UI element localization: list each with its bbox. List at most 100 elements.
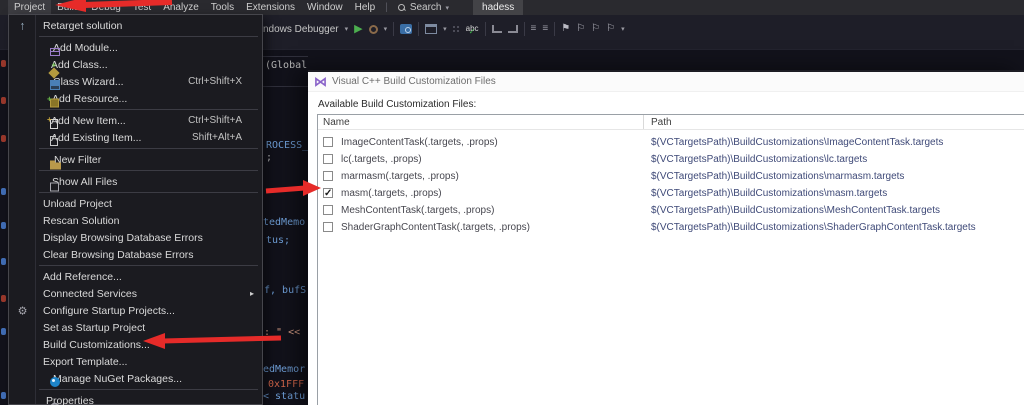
toggle-bookmark-icon[interactable]: ⚑ — [561, 24, 570, 34]
menu-item-add-resource[interactable]: Add Resource... — [9, 90, 262, 107]
row-name: ImageContentTask(.targets, .props) — [341, 137, 498, 148]
checkbox-unchecked[interactable] — [323, 171, 333, 181]
menu-item-label: Configure Startup Projects... — [43, 304, 175, 317]
build-customization-row[interactable]: lc(.targets, .props) $(VCTargetsPath)\Bui… — [318, 151, 1024, 168]
toolbar-separator — [523, 22, 525, 36]
menu-item-label: New Filter — [54, 153, 102, 166]
decrease-indent-icon[interactable]: ≡ — [531, 24, 537, 34]
build-customization-row[interactable]: MeshContentTask(.targets, .props) $(VCTar… — [318, 202, 1024, 219]
menubar-item-window[interactable]: Window — [301, 0, 349, 15]
menu-item-label: Add Class... — [51, 58, 108, 71]
menu-item-label: Connected Services — [43, 287, 137, 300]
chevron-down-icon[interactable]: ▾ — [621, 25, 625, 33]
account-button[interactable]: hadess — [473, 0, 524, 15]
build-customization-list: Name Path ImageContentTask(.targets, .pr… — [317, 114, 1024, 405]
column-header-name[interactable]: Name — [323, 117, 350, 128]
menubar-item-project[interactable]: Project — [8, 0, 52, 15]
menubar-item-test[interactable]: Test — [127, 0, 157, 15]
column-divider[interactable] — [643, 115, 644, 129]
add-new-item-icon — [47, 115, 58, 129]
submenu-arrow-icon: ▸ — [249, 289, 254, 298]
menu-item-label: Add New Item... — [51, 114, 126, 127]
menu-item-label: Build Customizations... — [43, 338, 150, 351]
editor-margin-mark — [1, 295, 6, 302]
checkbox-unchecked[interactable] — [323, 222, 333, 232]
toolbar-separator — [393, 22, 395, 36]
menu-item-set-as-startup-project[interactable]: Set as Startup Project — [9, 319, 262, 336]
menu-item-label: Retarget solution — [43, 19, 123, 32]
dialog-title: Visual C++ Build Customization Files — [332, 76, 496, 87]
visual-studio-logo-icon: ⋈ — [314, 74, 327, 89]
chevron-down-icon[interactable]: ▾ — [443, 25, 447, 33]
navigate-forward-icon[interactable] — [507, 25, 518, 33]
find-in-files-icon[interactable] — [400, 24, 413, 34]
chevron-down-icon[interactable]: ▾ — [384, 25, 388, 33]
menu-item-configure-startup-projects[interactable]: ⚙ Configure Startup Projects... — [9, 302, 262, 319]
column-header-path[interactable]: Path — [651, 117, 672, 128]
chevron-down-icon[interactable]: ▾ — [345, 25, 349, 33]
search-icon — [397, 3, 406, 12]
editor-margin-mark — [1, 60, 6, 67]
build-customization-row[interactable]: ShaderGraphContentTask(.targets, .props)… — [318, 219, 1024, 236]
clear-bookmarks-icon[interactable]: ⚐ — [606, 24, 615, 34]
navigate-back-icon[interactable] — [491, 25, 502, 33]
menu-item-add-class[interactable]: Add Class... — [9, 56, 262, 79]
menubar-item-help[interactable]: Help — [349, 0, 382, 15]
menubar-items: Project Build Debug Test Analyze Tools Extensi… — [8, 0, 381, 15]
menubar-item-analyze[interactable]: Analyze — [157, 0, 205, 15]
editor-code-fragment: : " << — [264, 327, 301, 338]
menu-item-label: Add Existing Item... — [51, 131, 142, 144]
menu-item-label: Manage NuGet Packages... — [53, 372, 182, 385]
menu-item-show-all-files[interactable]: Show All Files — [9, 173, 262, 191]
menubar-item-build[interactable]: Build — [51, 0, 85, 15]
prev-bookmark-icon[interactable]: ⚐ — [576, 24, 585, 34]
menu-separator — [39, 170, 258, 171]
menu-item-connected-services[interactable]: Connected Services ▸ — [9, 285, 262, 302]
spell-check-icon[interactable]: abc — [466, 25, 479, 37]
menu-item-new-filter[interactable]: New Filter — [9, 151, 262, 169]
next-bookmark-icon[interactable]: ⚐ — [591, 24, 600, 34]
editor-code-fragment: (Global — [265, 60, 308, 71]
row-name: lc(.targets, .props) — [341, 154, 422, 165]
menu-item-class-wizard[interactable]: Class Wizard... Ctrl+Shift+X — [9, 73, 262, 90]
editor-code-fragment: ROCESS_ — [266, 140, 309, 151]
menu-item-unload-project[interactable]: Unload Project — [9, 195, 262, 212]
menu-item-add-reference[interactable]: Add Reference... — [9, 268, 262, 285]
menu-item-export-template[interactable]: Export Template... — [9, 353, 262, 370]
menu-item-manage-nuget-packages[interactable]: Manage NuGet Packages... — [9, 370, 262, 387]
debug-target-label[interactable]: ndows Debugger — [263, 24, 339, 35]
menu-item-add-new-item[interactable]: Add New Item... Ctrl+Shift+A — [9, 112, 262, 129]
menu-item-display-browsing-database-errors[interactable]: Display Browsing Database Errors — [9, 229, 262, 246]
start-debugging-icon[interactable]: ▶ — [354, 23, 362, 35]
toolbar-separator — [484, 22, 486, 36]
menu-item-build-customizations[interactable]: Build Customizations... — [9, 336, 262, 353]
dialog-titlebar[interactable]: ⋈ Visual C++ Build Customization Files — [308, 72, 1024, 92]
editor-margin-mark — [1, 392, 6, 399]
profiler-icon[interactable] — [368, 24, 378, 34]
menu-item-clear-browsing-database-errors[interactable]: Clear Browsing Database Errors — [9, 246, 262, 263]
menu-item-properties[interactable]: Properties — [9, 392, 262, 405]
editor-margin-mark — [1, 188, 6, 195]
menu-item-label: Display Browsing Database Errors — [43, 231, 203, 244]
menubar-item-debug[interactable]: Debug — [85, 0, 126, 15]
editor-margin-mark — [1, 135, 6, 142]
build-customization-row[interactable]: marmasm(.targets, .props) $(VCTargetsPath… — [318, 168, 1024, 185]
menu-item-add-existing-item[interactable]: Add Existing Item... Shift+Alt+A — [9, 129, 262, 146]
menu-item-add-module[interactable]: Add Module... — [9, 39, 262, 56]
checkbox-unchecked[interactable] — [323, 205, 333, 215]
increase-indent-icon[interactable]: ≡ — [542, 24, 548, 34]
build-customization-row[interactable]: masm(.targets, .props) $(VCTargetsPath)\B… — [318, 185, 1024, 202]
menu-item-label: Clear Browsing Database Errors — [43, 248, 194, 261]
menu-item-retarget-solution[interactable]: ↑ Retarget solution — [9, 17, 262, 34]
menubar-item-tools[interactable]: Tools — [205, 0, 240, 15]
checkbox-unchecked[interactable] — [323, 137, 333, 147]
checkbox-checked[interactable] — [323, 185, 333, 202]
menubar-item-extensions[interactable]: Extensions — [240, 0, 301, 15]
add-resource-icon — [47, 94, 59, 107]
new-filter-icon — [50, 160, 61, 169]
menu-item-rescan-solution[interactable]: Rescan Solution — [9, 212, 262, 229]
build-customization-row[interactable]: ImageContentTask(.targets, .props) $(VCTa… — [318, 134, 1024, 151]
search-button[interactable]: Search ▾ — [392, 2, 455, 13]
checkbox-unchecked[interactable] — [323, 154, 333, 164]
window-layout-icon[interactable] — [425, 24, 438, 34]
